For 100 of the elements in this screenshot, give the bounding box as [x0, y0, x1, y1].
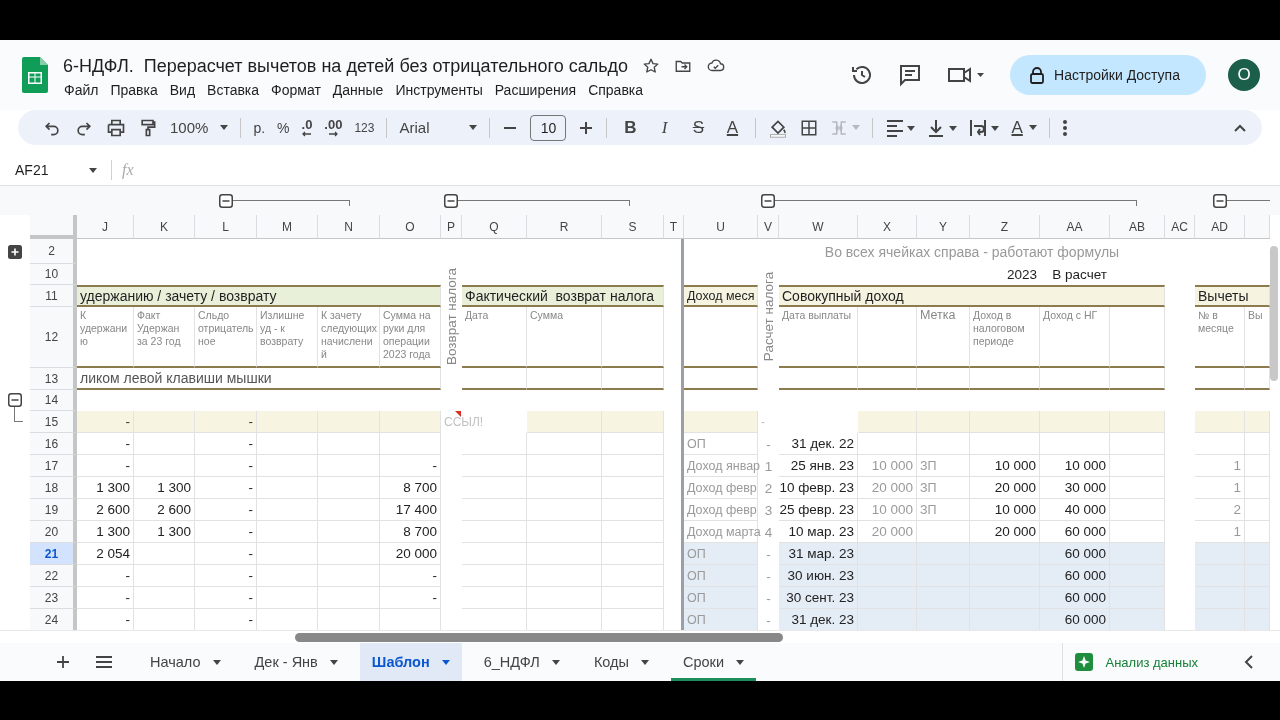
column-header[interactable]: L: [195, 215, 257, 239]
column-header[interactable]: Q: [462, 215, 527, 239]
table-cell: [257, 411, 318, 433]
row-number[interactable]: 11: [30, 285, 77, 307]
sheet-tab[interactable]: Шаблон: [359, 643, 462, 681]
row-number[interactable]: 16: [30, 433, 77, 455]
sheet-tab[interactable]: Дек - Янв: [242, 643, 350, 681]
row-number[interactable]: 21: [30, 543, 77, 565]
row-number[interactable]: 13: [30, 368, 77, 390]
column-header[interactable]: J: [77, 215, 134, 239]
horizontal-scrollbar[interactable]: [295, 632, 783, 642]
table-cell: [318, 477, 380, 499]
column-header[interactable]: T: [664, 215, 684, 239]
column-header[interactable]: N: [318, 215, 380, 239]
menu-item[interactable]: Вставка: [202, 80, 265, 99]
menu-item[interactable]: Правка: [105, 80, 163, 99]
cell-reference[interactable]: AF21: [15, 162, 79, 178]
row-number[interactable]: 14: [30, 390, 77, 411]
expand-icon[interactable]: [8, 244, 22, 259]
column-header[interactable]: AB: [1110, 215, 1165, 239]
print-icon[interactable]: [106, 117, 126, 138]
row-number[interactable]: 18: [30, 477, 77, 499]
add-sheet-icon[interactable]: [56, 655, 70, 669]
menu-item[interactable]: Файл: [59, 80, 104, 99]
column-header[interactable]: AD: [1195, 215, 1245, 239]
row-number[interactable]: 17: [30, 455, 77, 477]
user-avatar[interactable]: О: [1228, 59, 1260, 91]
collapse-icon[interactable]: [761, 193, 775, 208]
chevron-left-icon[interactable]: [1244, 655, 1254, 669]
menu-item[interactable]: Формат: [266, 80, 326, 99]
column-header[interactable]: M: [257, 215, 318, 239]
more-icon[interactable]: [1061, 118, 1068, 137]
column-header[interactable]: U: [684, 215, 758, 239]
percent-button[interactable]: %: [277, 114, 290, 141]
table-cell: [462, 455, 527, 477]
column-header[interactable]: Z: [970, 215, 1040, 239]
row-number[interactable]: 10: [30, 264, 77, 285]
align-left-icon[interactable]: [885, 117, 916, 138]
align-bottom-icon[interactable]: [927, 117, 958, 138]
column-header[interactable]: O: [380, 215, 441, 239]
table-cell: -: [195, 609, 257, 630]
column-header[interactable]: Y: [917, 215, 970, 239]
row-number[interactable]: 19: [30, 499, 77, 521]
italic-button[interactable]: I: [653, 114, 676, 141]
number-format-button[interactable]: 123: [354, 114, 375, 141]
collapse-icon[interactable]: [1213, 193, 1227, 208]
column-header[interactable]: R: [527, 215, 602, 239]
column-header[interactable]: AA: [1040, 215, 1110, 239]
column-header[interactable]: X: [858, 215, 917, 239]
row-number[interactable]: 20: [30, 521, 77, 543]
strikethrough-button[interactable]: S: [687, 114, 710, 141]
collapse-icon[interactable]: [8, 393, 22, 407]
row-number[interactable]: 23: [30, 587, 77, 609]
column-header[interactable]: W: [779, 215, 858, 239]
row-number[interactable]: 24: [30, 609, 77, 630]
row-number[interactable]: 12: [30, 307, 77, 368]
column-header[interactable]: K: [134, 215, 195, 239]
row-number[interactable]: 15: [30, 411, 77, 433]
menu-item[interactable]: Вид: [164, 80, 201, 99]
column-header[interactable]: S: [602, 215, 664, 239]
menu-item[interactable]: Справка: [583, 80, 649, 99]
text-rotation-button[interactable]: A: [1011, 114, 1037, 141]
decrease-decimals-button[interactable]: .0: [301, 114, 313, 141]
zoom-dropdown[interactable]: 100%: [170, 114, 229, 141]
borders-icon[interactable]: [800, 118, 819, 137]
sheet-tab[interactable]: Коды: [581, 643, 661, 681]
text-wrap-icon[interactable]: [969, 117, 1000, 138]
increase-decimals-button[interactable]: .00: [324, 114, 343, 141]
table-cell-text: -: [765, 545, 772, 564]
bold-button[interactable]: B: [619, 114, 642, 141]
column-header[interactable]: AC: [1165, 215, 1195, 239]
column-header[interactable]: P: [441, 215, 462, 239]
sheet-tab[interactable]: Начало: [138, 643, 233, 681]
menu-icon[interactable]: [96, 656, 112, 668]
share-button[interactable]: Настройки Доступа: [1010, 55, 1206, 95]
caret-icon[interactable]: [89, 167, 97, 173]
menu-item[interactable]: Инструменты: [390, 80, 488, 99]
row-number[interactable]: 2: [30, 239, 77, 264]
font-dropdown[interactable]: Arial: [399, 114, 478, 141]
document-title[interactable]: 6-НДФЛ. Перерасчет вычетов на детей без отрицательного сальдо: [63, 55, 629, 77]
paint-format-icon[interactable]: [138, 117, 158, 138]
font-size-field[interactable]: 10: [530, 114, 567, 141]
currency-button[interactable]: р.: [253, 114, 266, 141]
plus-icon[interactable]: [578, 119, 595, 136]
sheet-tab[interactable]: Сроки: [670, 643, 756, 681]
menu-item[interactable]: Данные: [327, 80, 389, 99]
table-cell: [858, 543, 917, 565]
sheet-tab[interactable]: 6_НДФЛ: [471, 643, 572, 681]
table-cell-text: -: [765, 589, 772, 608]
column-header[interactable]: V: [758, 215, 779, 239]
collapse-icon[interactable]: [219, 193, 233, 208]
row-number[interactable]: 22: [30, 565, 77, 587]
table-cell: [917, 368, 970, 390]
vertical-scrollbar[interactable]: [1270, 246, 1278, 381]
menu-item[interactable]: Расширения: [489, 80, 582, 99]
sheets-logo-icon[interactable]: [22, 57, 48, 93]
collapse-icon[interactable]: [444, 193, 458, 208]
text-color-button[interactable]: A: [721, 114, 744, 141]
comment-icon[interactable]: [898, 63, 923, 87]
star-icon[interactable]: [642, 57, 661, 75]
